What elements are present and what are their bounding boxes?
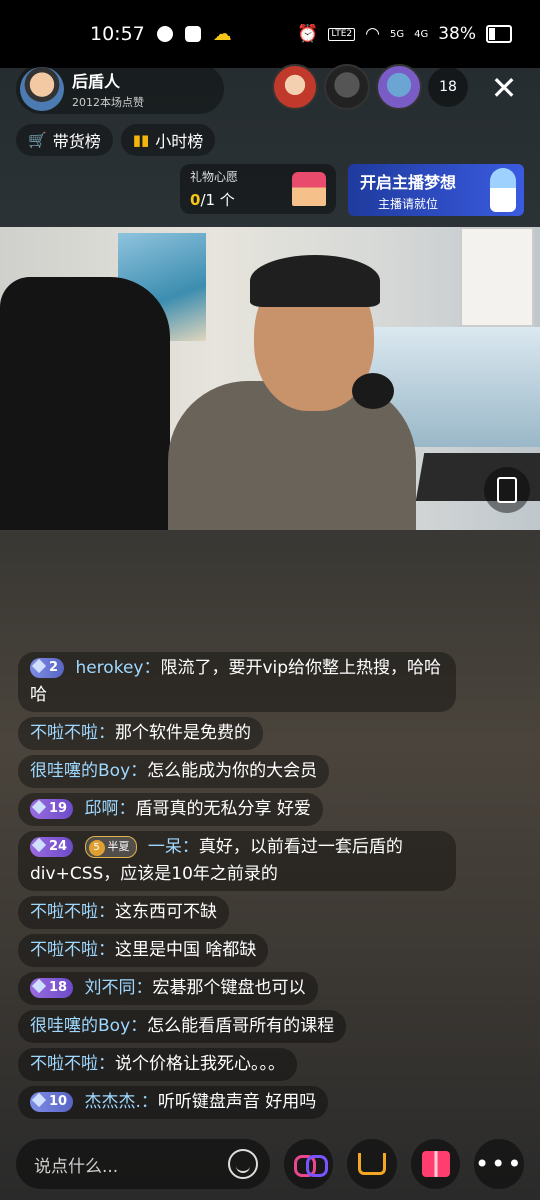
chat-message: 18 刘不同：宏碁那个键盘也可以 (18, 972, 318, 1005)
chat-text: 听听键盘声音 好用吗 (157, 1092, 317, 1112)
gift-wish-card[interactable]: 礼物心愿 0/1 个 (180, 164, 336, 214)
user-level-badge: 2 (30, 658, 65, 678)
hour-rank-button[interactable]: ▮▮ 小时榜 (120, 124, 216, 156)
viewer-avatar[interactable] (324, 64, 370, 110)
link-icon (293, 1155, 328, 1177)
handheld-mic (352, 373, 394, 409)
chat-text: 宏碁那个键盘也可以 (152, 978, 306, 998)
anchor-dream-banner[interactable]: 开启主播梦想 主播请就位 (348, 164, 524, 216)
host-name: 后盾人 (72, 72, 121, 91)
chat-message: 不啦不啦：这东西可不缺 (18, 896, 229, 929)
chat-message: 24 5 半夏 一呆：真好，以前看过一套后盾的div+CSS，应该是10年之前录的 (18, 831, 456, 891)
user-level-badge: 19 (30, 799, 74, 819)
user-level-badge: 24 (30, 837, 74, 857)
goods-rank-button[interactable]: 🛒 带货榜 (16, 124, 113, 156)
viewer-avatar[interactable] (272, 64, 318, 110)
chat-text: 怎么能成为你的大会员 (147, 761, 318, 781)
gift-icon (421, 1151, 450, 1177)
location-icon (184, 26, 201, 42)
banner-title: 开启主播梦想 (360, 172, 457, 192)
alarm-icon: ⏰ (297, 24, 319, 44)
emoji-icon[interactable] (227, 1149, 258, 1179)
viewer-list: 18 (272, 64, 468, 110)
comment-input[interactable]: 说点什么... (16, 1139, 270, 1189)
cart-icon: 🛒 (28, 131, 47, 149)
chat-text: 怎么能看盾哥所有的课程 (147, 1016, 335, 1036)
close-icon[interactable]: ✕ (484, 68, 524, 108)
gift-button[interactable] (410, 1139, 461, 1189)
chat-username[interactable]: 很哇噻的Boy： (30, 761, 147, 781)
chat-text: 盾哥真的无私分享 好爱 (135, 799, 311, 819)
user-level-badge: 18 (30, 978, 74, 998)
chat-username[interactable]: 一呆： (148, 837, 199, 857)
bar-chart-icon: ▮▮ (132, 131, 150, 149)
volte-icon: LTE2 (328, 27, 356, 41)
status-bar: 10:57 ☁ ⏰ LTE2 ◠ 5G 4G 38% (0, 0, 540, 68)
chat-message: 不啦不啦：那个软件是免费的 (18, 717, 263, 750)
rank-row: 🛒 带货榜 ▮▮ 小时榜 (16, 124, 216, 156)
rotate-screen-icon[interactable] (484, 467, 530, 513)
wifi-icon: ◠ (365, 24, 380, 44)
chat-username[interactable]: 不啦不啦： (30, 1054, 115, 1074)
gift-pavilion-icon (292, 172, 326, 206)
wish-progress: 0/1 个 (190, 189, 238, 210)
banner-subtitle: 主播请就位 (378, 196, 439, 211)
weather-icon: ☁ (212, 23, 232, 45)
chat-notification-icon (156, 26, 173, 42)
fan-club-badge: 5 半夏 (84, 836, 137, 858)
chat-message: 不啦不啦：说个价格让我死心。。。 (18, 1048, 297, 1081)
goods-rank-label: 带货榜 (52, 132, 101, 151)
battery-text: 38% (438, 24, 476, 44)
chat-username[interactable]: 不啦不啦： (30, 940, 115, 960)
hour-rank-label: 小时榜 (155, 132, 204, 151)
live-header: 后盾人 2012本场点赞 18 ✕ (16, 64, 524, 118)
wish-total: /1 个 (200, 191, 235, 209)
chat-message: 10 杰杰杰.：听听键盘声音 好用吗 (18, 1086, 329, 1119)
battery-icon (486, 25, 512, 43)
host-likes: 2012本场点赞 (72, 96, 144, 109)
microphone-icon (490, 168, 516, 212)
shop-button[interactable] (347, 1139, 397, 1189)
chat-username[interactable]: 邱啊： (85, 799, 136, 819)
cart-icon (358, 1153, 387, 1175)
viewer-count[interactable]: 18 (428, 67, 468, 107)
link-button[interactable] (283, 1139, 334, 1189)
chat-message: 不啦不啦：这里是中国 啥都缺 (18, 934, 269, 967)
chat-text: 那个软件是免费的 (115, 723, 251, 743)
status-time: 10:57 (90, 23, 145, 45)
chat-username[interactable]: 不啦不啦： (30, 902, 115, 922)
chat-message: 19 邱啊：盾哥真的无私分享 好爱 (18, 793, 323, 826)
wall-art (460, 227, 534, 327)
host-card[interactable]: 后盾人 2012本场点赞 (16, 64, 224, 114)
chat-username[interactable]: 不啦不啦： (30, 723, 115, 743)
more-icon: ••• (475, 1150, 524, 1178)
chat-username[interactable]: herokey： (75, 658, 160, 678)
chat-username[interactable]: 刘不同： (85, 978, 153, 998)
wish-title: 礼物心愿 (190, 170, 239, 184)
comment-placeholder: 说点什么... (34, 1156, 119, 1177)
signal-4g: 4G (414, 28, 429, 40)
chat-text: 这东西可不缺 (115, 902, 217, 922)
chat-message: 很哇噻的Boy：怎么能成为你的大会员 (18, 755, 330, 788)
chat-list[interactable]: 2 herokey：限流了，要开vip给你整上热搜，哈哈哈 不啦不啦：那个软件是… (18, 652, 466, 1124)
bottom-bar: 说点什么... ••• (16, 1138, 524, 1190)
chat-text: 这里是中国 啥都缺 (115, 940, 257, 960)
office-chair (0, 277, 170, 530)
chat-username[interactable]: 杰杰杰.： (85, 1092, 158, 1112)
wish-current: 0 (190, 191, 201, 209)
signal-5g: 5G (389, 28, 405, 40)
chat-message: 很哇噻的Boy：怎么能看盾哥所有的课程 (18, 1010, 347, 1043)
chat-message: 2 herokey：限流了，要开vip给你整上热搜，哈哈哈 (18, 652, 456, 712)
host-avatar[interactable] (20, 67, 64, 111)
more-button[interactable]: ••• (474, 1139, 524, 1189)
live-video[interactable] (0, 227, 540, 530)
chat-username[interactable]: 很哇噻的Boy： (30, 1016, 147, 1036)
user-level-badge: 10 (30, 1092, 74, 1112)
chat-text: 说个价格让我死心。。。 (115, 1054, 285, 1074)
viewer-avatar[interactable] (376, 64, 422, 110)
